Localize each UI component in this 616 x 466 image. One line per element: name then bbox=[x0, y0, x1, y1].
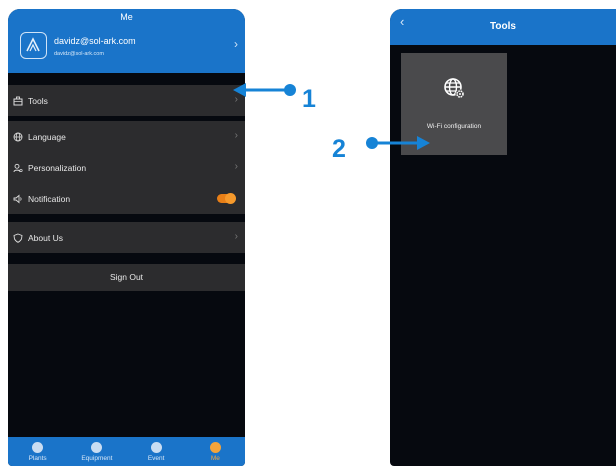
tab-label: Me bbox=[210, 455, 220, 462]
menu-label: About Us bbox=[28, 232, 63, 243]
menu-item-about-us[interactable]: About Us › bbox=[8, 222, 245, 253]
equipment-icon bbox=[91, 442, 103, 453]
menu-item-language[interactable]: Language › bbox=[8, 121, 245, 152]
app-logo bbox=[20, 32, 47, 59]
menu-label: Language bbox=[28, 131, 66, 142]
menu-label: Personalization bbox=[28, 162, 87, 173]
menu-item-tools[interactable]: Tools › bbox=[8, 85, 245, 116]
globe-gear-icon bbox=[444, 78, 465, 99]
me-screen: Me davidz@sol-ark.com davidz@sol-ark.com… bbox=[8, 9, 245, 466]
page-title: Tools bbox=[490, 21, 516, 32]
menu-label: Notification bbox=[28, 193, 71, 204]
bottom-nav: Plants Equipment Event Me bbox=[8, 437, 245, 466]
user-name: davidz@sol-ark.com bbox=[54, 51, 104, 57]
tab-me[interactable]: Me bbox=[186, 437, 245, 466]
chevron-right-icon: › bbox=[234, 130, 238, 141]
page-title: Me bbox=[120, 12, 133, 22]
annotation-number-1: 1 bbox=[302, 85, 316, 113]
menu-label: Tools bbox=[28, 95, 48, 106]
shield-icon bbox=[13, 233, 23, 243]
tab-label: Equipment bbox=[81, 455, 113, 462]
user-icon bbox=[209, 442, 221, 453]
plants-icon bbox=[32, 442, 44, 453]
annotation-dot-2 bbox=[366, 137, 378, 149]
globe-icon bbox=[13, 132, 23, 141]
chevron-right-icon: › bbox=[234, 37, 238, 51]
annotation-dot-1 bbox=[284, 84, 296, 96]
chevron-right-icon: › bbox=[234, 231, 238, 242]
tab-label: Plants bbox=[28, 455, 47, 462]
notification-toggle[interactable] bbox=[217, 193, 236, 204]
tab-event[interactable]: Event bbox=[127, 437, 186, 466]
tab-equipment[interactable]: Equipment bbox=[67, 437, 126, 466]
chevron-right-icon: › bbox=[234, 161, 238, 172]
person-settings-icon bbox=[13, 163, 23, 172]
sign-out-button[interactable]: Sign Out bbox=[8, 264, 245, 291]
user-email: davidz@sol-ark.com bbox=[54, 36, 136, 46]
profile-header[interactable]: Me davidz@sol-ark.com davidz@sol-ark.com… bbox=[8, 9, 245, 73]
wifi-configuration-tile[interactable]: Wi-Fi configuration bbox=[401, 53, 507, 155]
chevron-right-icon: › bbox=[234, 94, 238, 105]
tab-label: Event bbox=[147, 455, 165, 462]
tab-plants[interactable]: Plants bbox=[8, 437, 67, 466]
tile-label: Wi-Fi configuration bbox=[426, 123, 482, 130]
menu-item-notification[interactable]: Notification bbox=[8, 183, 245, 214]
tools-header: ‹ Tools bbox=[390, 9, 616, 45]
tools-screen: ‹ Tools Wi-Fi configuration bbox=[390, 9, 616, 466]
speaker-icon bbox=[13, 194, 22, 203]
annotation-number-2: 2 bbox=[332, 135, 346, 163]
alert-icon bbox=[150, 442, 162, 453]
toolbox-icon bbox=[13, 96, 23, 105]
menu-item-personalization[interactable]: Personalization › bbox=[8, 152, 245, 183]
